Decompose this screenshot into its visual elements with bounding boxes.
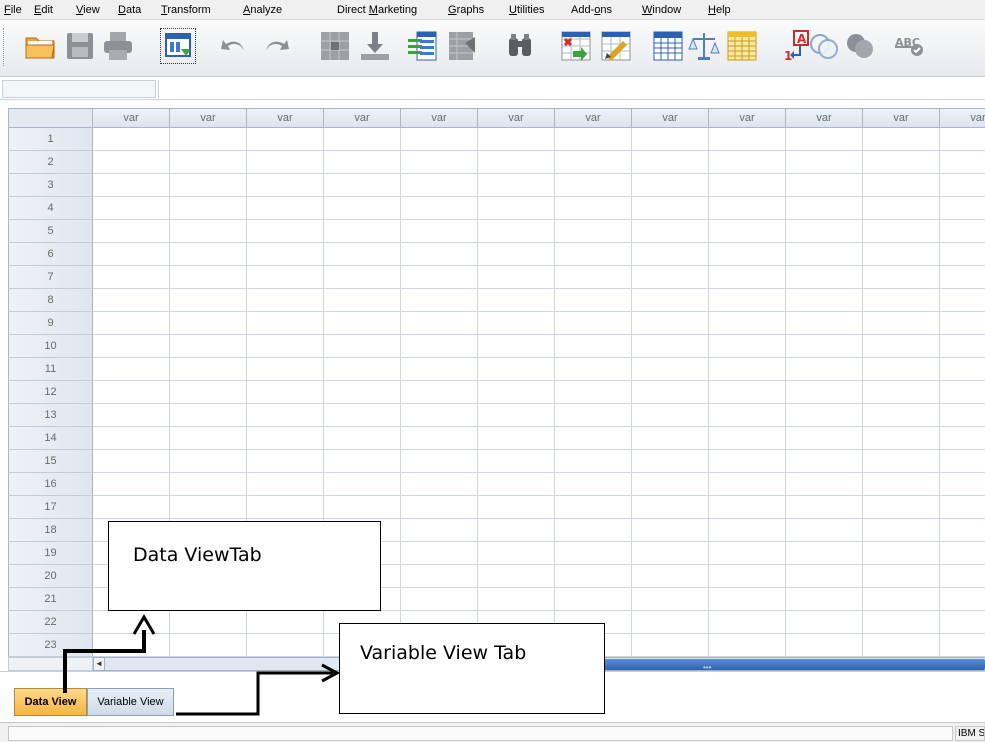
goto-variable-icon[interactable] bbox=[357, 28, 393, 64]
grid-corner[interactable] bbox=[8, 108, 93, 128]
row-header[interactable]: 22 bbox=[8, 611, 93, 634]
tab-variable-view[interactable]: Variable View bbox=[87, 688, 174, 716]
open-folder-icon[interactable] bbox=[22, 28, 58, 64]
menu-help[interactable]: Help bbox=[708, 4, 731, 16]
insert-cases-icon[interactable] bbox=[558, 28, 594, 64]
scroll-spacer bbox=[8, 657, 93, 671]
row-header[interactable]: 10 bbox=[8, 335, 93, 358]
column-header-var[interactable]: var bbox=[863, 108, 940, 128]
row-header[interactable]: 19 bbox=[8, 542, 93, 565]
row-header[interactable]: 9 bbox=[8, 312, 93, 335]
callout-variable-view-label: Variable View Tab bbox=[360, 642, 527, 664]
row-header[interactable]: 4 bbox=[8, 197, 93, 220]
column-header-var[interactable]: var bbox=[709, 108, 786, 128]
menu-transform[interactable]: Transform bbox=[161, 4, 211, 16]
goto-case-icon[interactable] bbox=[317, 28, 353, 64]
menu-data[interactable]: Data bbox=[118, 4, 141, 16]
find-icon[interactable] bbox=[502, 28, 538, 64]
row-header[interactable]: 21 bbox=[8, 588, 93, 611]
row-header[interactable]: 6 bbox=[8, 243, 93, 266]
menu-view[interactable]: View bbox=[76, 4, 100, 16]
column-header-var[interactable]: var bbox=[940, 108, 985, 128]
menu-analyze[interactable]: Analyze bbox=[243, 4, 282, 16]
use-sets-icon[interactable] bbox=[806, 28, 842, 64]
tab-data-view[interactable]: Data View bbox=[14, 688, 87, 716]
print-icon[interactable] bbox=[100, 28, 136, 64]
cell-editor-row bbox=[0, 78, 985, 100]
status-bar: IBM SPSS Statistics Processor is ready bbox=[0, 722, 985, 742]
row-header[interactable]: 16 bbox=[8, 473, 93, 496]
status-text: IBM SPSS Statistics Processor is ready bbox=[955, 726, 985, 741]
menu-window[interactable]: Window bbox=[642, 4, 681, 16]
row-header[interactable]: 7 bbox=[8, 266, 93, 289]
menu-add-ons[interactable]: Add-ons bbox=[571, 4, 612, 16]
cell-reference-field[interactable] bbox=[2, 80, 156, 98]
row-header[interactable]: 18 bbox=[8, 519, 93, 542]
column-header-var[interactable]: var bbox=[247, 108, 324, 128]
column-header-var[interactable]: var bbox=[555, 108, 632, 128]
row-header[interactable]: 23 bbox=[8, 634, 93, 657]
row-header[interactable]: 3 bbox=[8, 174, 93, 197]
menu-direct-marketing[interactable]: Direct Marketing bbox=[337, 4, 417, 16]
undo-icon[interactable] bbox=[217, 28, 253, 64]
row-header[interactable]: 12 bbox=[8, 381, 93, 404]
row-header[interactable]: 8 bbox=[8, 289, 93, 312]
row-header[interactable]: 11 bbox=[8, 358, 93, 381]
row-header[interactable]: 5 bbox=[8, 220, 93, 243]
show-all-variables-icon[interactable] bbox=[842, 28, 878, 64]
row-header[interactable]: 20 bbox=[8, 565, 93, 588]
column-header-var[interactable]: var bbox=[401, 108, 478, 128]
column-header-var[interactable]: var bbox=[478, 108, 555, 128]
callout-data-view-tab: Data ViewTab bbox=[108, 521, 381, 611]
column-header-var[interactable]: var bbox=[93, 108, 170, 128]
menu-bar: File Edit View Data Transform Analyze Di… bbox=[0, 0, 985, 20]
column-header-var[interactable]: var bbox=[324, 108, 401, 128]
column-header-var[interactable]: var bbox=[632, 108, 709, 128]
row-header[interactable]: 1 bbox=[8, 128, 93, 151]
save-icon[interactable] bbox=[62, 28, 98, 64]
scroll-left-arrow-icon[interactable]: ◄ bbox=[93, 657, 105, 671]
weight-cases-icon[interactable] bbox=[686, 28, 722, 64]
menu-edit[interactable]: Edit bbox=[34, 4, 53, 16]
redo-icon[interactable] bbox=[257, 28, 293, 64]
recall-dialog-icon[interactable] bbox=[160, 28, 196, 64]
menu-graphs[interactable]: Graphs bbox=[448, 4, 484, 16]
menu-file[interactable]: File bbox=[4, 4, 22, 16]
callout-variable-view-tab: Variable View Tab bbox=[339, 623, 605, 714]
select-cases-icon[interactable] bbox=[724, 28, 760, 64]
column-header-var[interactable]: var bbox=[786, 108, 863, 128]
status-pane bbox=[8, 726, 953, 741]
toolbar-grip[interactable] bbox=[3, 28, 7, 66]
row-header[interactable]: 2 bbox=[8, 151, 93, 174]
row-header[interactable]: 15 bbox=[8, 450, 93, 473]
row-header[interactable]: 14 bbox=[8, 427, 93, 450]
row-header[interactable]: 17 bbox=[8, 496, 93, 519]
insert-variable-icon[interactable] bbox=[598, 28, 634, 64]
cell-value-editor[interactable] bbox=[158, 80, 985, 98]
run-descriptives-icon[interactable] bbox=[444, 28, 480, 64]
toolbar: A1 ABC bbox=[0, 20, 985, 77]
row-header[interactable]: 13 bbox=[8, 404, 93, 427]
column-header-var[interactable]: var bbox=[170, 108, 247, 128]
variables-icon[interactable] bbox=[404, 28, 440, 64]
menu-utilities[interactable]: Utilities bbox=[509, 4, 544, 16]
spell-check-icon[interactable]: ABC bbox=[892, 28, 928, 64]
split-file-icon[interactable] bbox=[650, 28, 686, 64]
callout-data-view-label: Data ViewTab bbox=[133, 544, 262, 566]
